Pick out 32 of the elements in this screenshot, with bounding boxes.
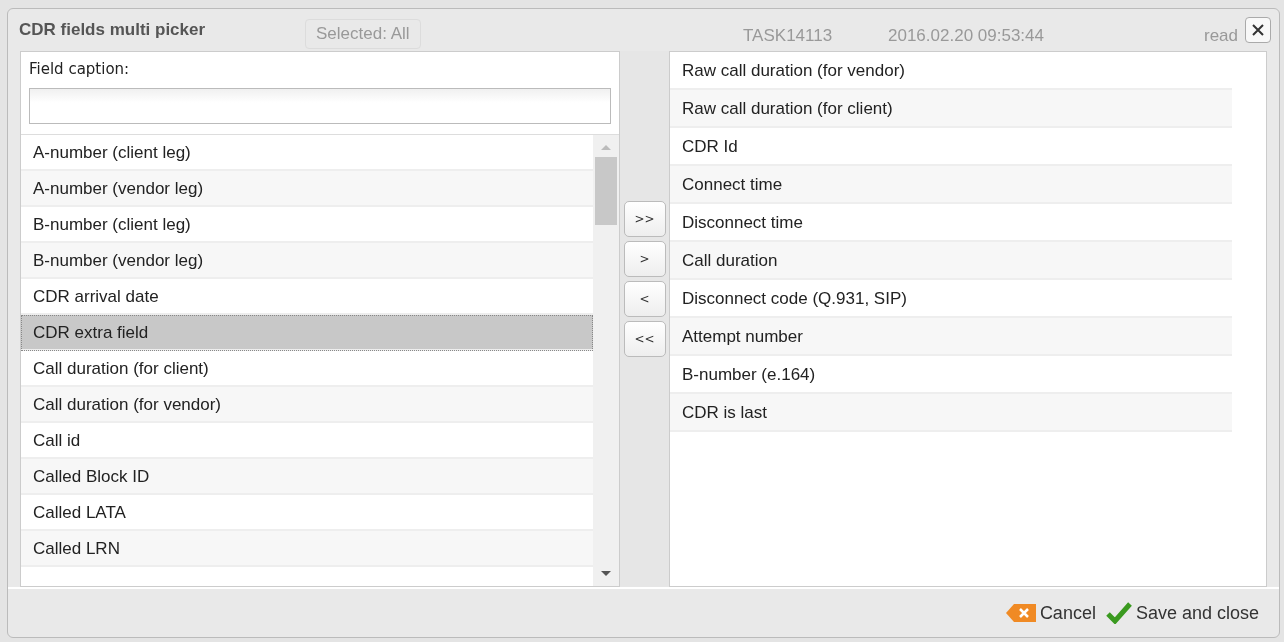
checkmark-icon [1105,602,1132,624]
chosen-field-item[interactable]: CDR is last [670,394,1232,432]
field-caption-label: Field caption: [29,60,131,78]
available-field-item[interactable]: Call duration (for vendor) [21,387,593,423]
scrollbar[interactable] [593,135,619,586]
move-button[interactable]: < [623,281,666,317]
available-field-item[interactable]: Called Block ID [21,459,593,495]
chosen-field-item[interactable]: Call duration [670,242,1232,280]
background-date-text: 2016.02.20 09:53:44 [888,26,1044,46]
background-task-text: TASK14113 [743,26,833,46]
background-filter-text: Selected: All [305,19,421,49]
available-field-item[interactable]: CDR extra field [21,315,593,351]
close-icon [1251,23,1265,37]
chosen-field-item[interactable]: Connect time [670,166,1232,204]
scroll-down-icon[interactable] [600,570,612,578]
move-button[interactable]: >> [623,201,666,237]
available-field-item[interactable]: B-number (vendor leg) [21,243,593,279]
field-caption-input[interactable] [29,88,611,124]
cancel-button[interactable]: Cancel [1005,602,1096,624]
move-button[interactable]: > [623,241,666,277]
chosen-field-item[interactable]: Raw call duration (for client) [670,90,1232,128]
cancel-tag-icon [1005,604,1036,622]
background-status-text: read [1204,26,1239,46]
move-button[interactable]: << [623,321,666,357]
available-field-item[interactable]: A-number (vendor leg) [21,171,593,207]
chosen-field-item[interactable]: Attempt number [670,318,1232,356]
scroll-up-icon[interactable] [600,143,612,151]
window-title: CDR fields multi picker [19,20,206,40]
close-button[interactable] [1245,17,1271,43]
scrollbar-thumb[interactable] [595,157,617,225]
available-field-item[interactable]: Called LRN [21,531,593,567]
save-button[interactable]: Save and close [1105,602,1259,624]
